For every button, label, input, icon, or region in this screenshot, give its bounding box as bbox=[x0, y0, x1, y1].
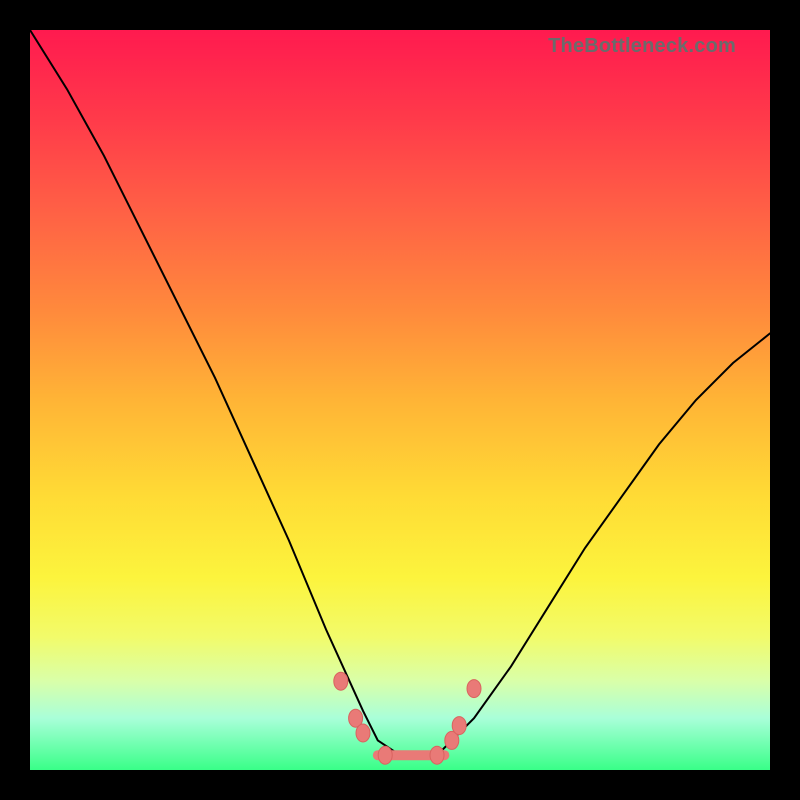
chart-svg bbox=[30, 30, 770, 770]
curve-marker bbox=[334, 672, 348, 690]
curve-marker bbox=[378, 746, 392, 764]
outer-frame: TheBottleneck.com bbox=[0, 0, 800, 800]
curve-marker bbox=[452, 717, 466, 735]
curve-marker bbox=[356, 724, 370, 742]
plot-area: TheBottleneck.com bbox=[30, 30, 770, 770]
bottleneck-curve bbox=[30, 30, 770, 755]
curve-marker bbox=[430, 746, 444, 764]
curve-marker bbox=[467, 680, 481, 698]
